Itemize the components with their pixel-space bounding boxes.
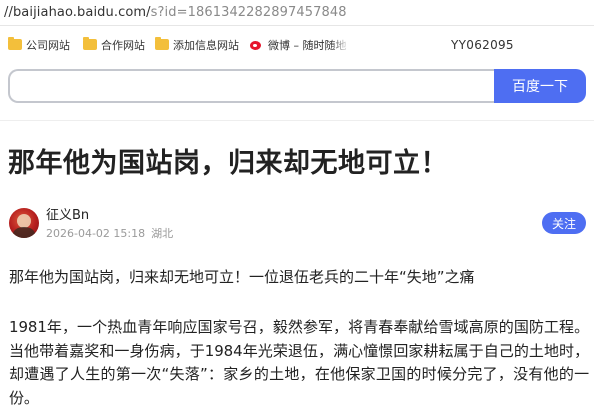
article-meta: 2026-04-02 15:18 湖北	[46, 227, 179, 241]
tag-text: YY062095	[451, 38, 514, 52]
follow-button[interactable]: 关注	[542, 212, 586, 234]
address-bar[interactable]: //baijiahao.baidu.com/s?id=1861342282897…	[0, 0, 594, 26]
url-host: //baijiahao.baidu.com/	[4, 5, 151, 20]
publish-date: 2026-04-02 15:18	[46, 227, 146, 240]
url-path: s?id=1861342282897457848	[150, 5, 347, 20]
bookmark-item[interactable]: 合作网站	[83, 36, 145, 53]
folder-icon	[8, 37, 22, 50]
search-button[interactable]: 百度一下	[494, 69, 586, 103]
folder-icon	[83, 37, 97, 50]
search-input[interactable]	[8, 69, 496, 103]
avatar[interactable]	[9, 208, 39, 238]
divider	[0, 120, 594, 121]
bookmark-label: 合作网站	[101, 38, 145, 52]
article-paragraph: 那年他为国站岗，归来却无地可立！一位退伍老兵的二十年“失地”之痛	[9, 268, 475, 286]
article-paragraph: 1981年，一个热血青年响应国家号召，毅然参军，将青春奉献给雪域高原的国防工程。…	[9, 318, 589, 407]
weibo-icon	[250, 39, 264, 50]
search-bar: 百度一下	[8, 69, 586, 103]
url-text[interactable]: //baijiahao.baidu.com/s?id=1861342282897…	[4, 4, 347, 21]
publish-location: 湖北	[151, 227, 174, 240]
author-name[interactable]: 征义Bn	[46, 207, 89, 224]
bookmark-label: 微博 – 随时随地	[268, 38, 347, 52]
bookmark-label: 公司网站	[26, 38, 70, 52]
bookmark-label: 添加信息网站	[173, 38, 239, 52]
article-title: 那年他为国站岗，归来却无地可立！	[8, 148, 448, 179]
bookmark-item[interactable]: 添加信息网站	[155, 36, 239, 53]
bookmark-item[interactable]: 微博 – 随时随地	[250, 36, 350, 53]
bookmark-item[interactable]: 公司网站	[8, 36, 70, 53]
folder-icon	[155, 37, 169, 50]
